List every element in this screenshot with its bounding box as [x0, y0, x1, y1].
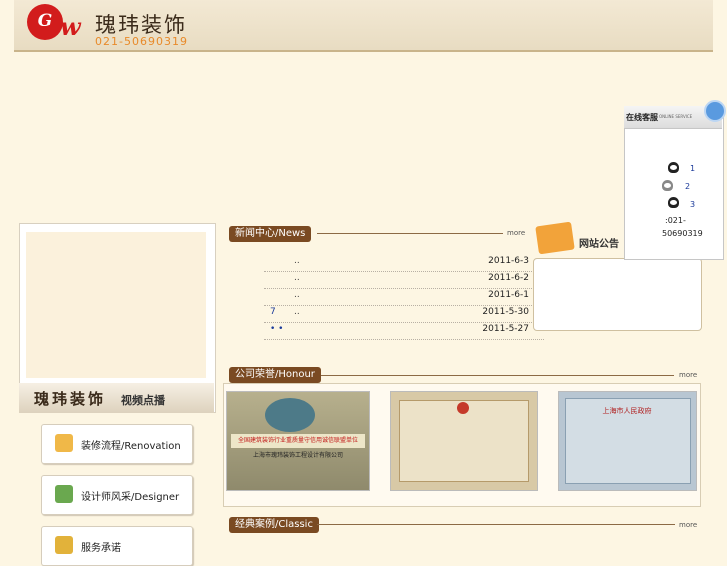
emblem-icon [457, 402, 469, 414]
certificate-image[interactable] [390, 391, 538, 491]
honour-divider [321, 375, 674, 376]
news-item[interactable]: 7 .. 2011-5-30 [264, 305, 544, 323]
service-contact-3[interactable]: 3 [690, 200, 695, 209]
certificate-banner: 全国建筑装饰行业重质量守信用诚信联盟单位 [231, 434, 365, 448]
news-item[interactable]: .. 2011-6-1 [264, 288, 544, 306]
news-item[interactable]: .. 2011-6-2 [264, 271, 544, 289]
service-promise-button[interactable]: 服务承诺 [41, 526, 193, 566]
qq-icon[interactable] [668, 197, 679, 208]
classic-divider [317, 524, 675, 525]
video-subtitle: 视频点播 [121, 394, 165, 407]
designer-label: 设计师风采/Designer [81, 492, 180, 503]
renovation-label: 装修流程/Renovation [81, 441, 181, 452]
emblem-icon [265, 398, 315, 432]
service-phone-number: 50690319 [662, 229, 703, 238]
qq-icon[interactable] [662, 180, 673, 191]
video-title: 瑰玮装饰 [34, 390, 107, 408]
notice-panel [533, 258, 702, 331]
designer-button[interactable]: 设计师风采/Designer [41, 475, 193, 515]
online-service-subtitle: ONLINE SERVICE [659, 114, 693, 119]
news-date: 2011-5-30 [482, 307, 529, 317]
classic-section-title: 经典案例/Classic [229, 517, 319, 533]
logo-icon[interactable]: G [27, 4, 63, 40]
news-item[interactable]: • • 2011-5-27 [264, 322, 544, 340]
logo-w: w [60, 12, 81, 41]
service-contact-1[interactable]: 1 [690, 164, 695, 173]
calendar-icon [535, 221, 575, 255]
certificate-caption: 上海市瑰玮装饰工程设计有限公司 [252, 452, 343, 459]
news-date: 2011-5-27 [482, 324, 529, 334]
service-promise-label: 服务承诺 [81, 543, 121, 554]
news-section-title: 新闻中心/News [229, 226, 312, 242]
service-phone-prefix: :021- [665, 216, 686, 225]
certificate-caption: 上海市人民政府 [602, 407, 652, 415]
renovation-button[interactable]: 装修流程/Renovation [41, 424, 193, 464]
honour-more-link[interactable]: more [679, 371, 697, 379]
brand-phone: 021-50690319 [95, 35, 188, 48]
certificate-image[interactable]: 全国建筑装饰行业重质量守信用诚信联盟单位 上海市瑰玮装饰工程设计有限公司 [226, 391, 370, 491]
certificate-image[interactable]: 上海市人民政府 [558, 391, 697, 491]
news-date: 2011-6-3 [488, 256, 529, 266]
news-more-link[interactable]: more [507, 229, 525, 237]
qq-icon[interactable] [668, 162, 679, 173]
video-player[interactable] [26, 232, 206, 378]
online-service-title: 在线客服 [626, 113, 658, 122]
designer-icon [55, 485, 73, 503]
service-contact-2[interactable]: 2 [685, 182, 690, 191]
renovation-icon [55, 434, 73, 452]
classic-more-link[interactable]: more [679, 521, 697, 529]
news-item[interactable]: .. 2011-6-3 [264, 254, 544, 272]
honour-section-title: 公司荣誉/Honour [229, 367, 321, 383]
logo-glyph: G [37, 11, 53, 31]
chat-bubble-icon[interactable] [704, 100, 726, 122]
news-divider [317, 233, 503, 234]
trophy-icon [55, 536, 73, 554]
notice-title: 网站公告 [579, 239, 619, 250]
news-date: 2011-6-1 [488, 290, 529, 300]
news-date: 2011-6-2 [488, 273, 529, 283]
